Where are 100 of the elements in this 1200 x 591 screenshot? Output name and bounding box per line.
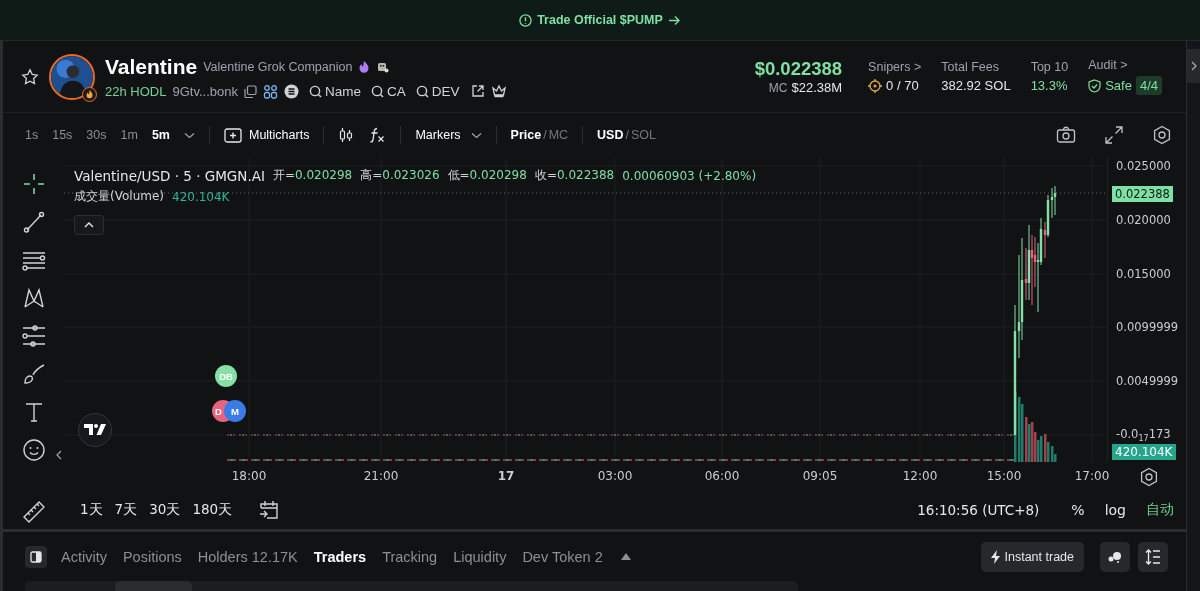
caret-icon — [470, 131, 482, 139]
time-tick: 09:05 — [802, 469, 838, 483]
bubbles-icon — [1108, 550, 1122, 563]
star-icon — [21, 67, 39, 86]
scale-option[interactable]: % — [1071, 502, 1085, 518]
last-price-label: 0.022388 — [1112, 186, 1173, 202]
audit-score: 4/4 — [1135, 76, 1162, 95]
bottom-tab[interactable]: Tracking — [378, 548, 442, 565]
ohlc-value: 收=0.022388 — [534, 167, 615, 184]
toggle-option[interactable]: USD — [597, 128, 624, 142]
trend-line-icon — [21, 210, 46, 234]
collapse-legend-button[interactable] — [74, 215, 104, 235]
panel-toggle-button[interactable] — [25, 545, 47, 568]
toggle-option[interactable]: MC — [548, 128, 569, 142]
crown-button[interactable] — [491, 84, 508, 98]
stat-label: Snipers > — [868, 60, 922, 74]
stat-value: 0 / 70 — [886, 78, 919, 93]
price-tick: 0.025000 — [1116, 159, 1171, 173]
interval-dropdown[interactable] — [183, 131, 195, 139]
bubbles-button[interactable] — [1100, 541, 1130, 572]
bottom-tab[interactable]: Liquidity — [449, 548, 511, 565]
bottom-tab[interactable]: Activity — [57, 548, 111, 565]
range-button[interactable]: 180天 — [192, 501, 233, 519]
share-button[interactable] — [471, 84, 486, 98]
external-link-icon — [471, 84, 486, 98]
markers-dropdown[interactable]: Markers — [415, 128, 482, 142]
favorite-button[interactable] — [21, 67, 39, 86]
search-link[interactable]: Name — [308, 83, 361, 99]
expand-panel-button[interactable] — [1187, 49, 1200, 83]
scale-option[interactable]: log — [1104, 502, 1126, 518]
interval-tab[interactable]: 1s — [25, 128, 39, 142]
indicators-button[interactable] — [368, 126, 387, 144]
settings-button[interactable] — [1152, 125, 1172, 145]
scale-option[interactable]: 自动 — [1146, 501, 1174, 519]
range-button[interactable]: 30天 — [149, 501, 181, 519]
people-icon — [262, 83, 278, 99]
price-tick: 0.0049999 — [1116, 374, 1179, 388]
date-range-button[interactable] — [258, 499, 281, 521]
price-change: 0.00060903 (+2.80%) — [622, 168, 757, 183]
holding-age: 22h HODL — [105, 83, 167, 99]
drawing-tool[interactable] — [20, 323, 47, 349]
search-link[interactable]: CA — [370, 83, 406, 99]
interval-tab[interactable]: 30s — [86, 128, 107, 142]
camera-icon — [1056, 125, 1076, 145]
multicharts-button[interactable]: Multicharts — [223, 127, 310, 143]
instant-trade-button[interactable]: Instant trade — [980, 541, 1084, 572]
last-volume-label: 420.104K — [1112, 444, 1176, 460]
separator: / — [543, 128, 547, 142]
emoji-icon — [21, 438, 46, 462]
search-icon — [415, 84, 429, 98]
chart-type-button[interactable] — [338, 127, 355, 143]
alert-icon — [519, 13, 533, 27]
stat-label: Top 10 — [1030, 60, 1069, 74]
range-button[interactable]: 1天 — [80, 501, 103, 519]
interval-tab[interactable]: 1m — [120, 128, 138, 142]
candles-icon — [338, 127, 355, 143]
screenshot-button[interactable] — [1056, 125, 1076, 145]
plus-square-icon — [223, 127, 242, 143]
drawing-tool[interactable] — [20, 437, 47, 463]
range-button[interactable]: 7天 — [114, 501, 138, 519]
calendar-icon — [258, 499, 281, 521]
time-tick: 15:00 — [986, 469, 1022, 483]
settings-icon — [1152, 125, 1172, 145]
price-tick: 0.015000 — [1116, 267, 1171, 281]
chart-logo[interactable] — [78, 413, 112, 447]
fullscreen-button[interactable] — [1104, 125, 1124, 145]
volume-label: 成交量(Volume) — [74, 188, 164, 205]
parallel-lines-icon — [21, 324, 46, 348]
copy-button[interactable] — [243, 84, 257, 98]
time-tick: 17 — [497, 469, 515, 483]
caret-icon — [183, 131, 195, 139]
sort-button[interactable] — [1138, 541, 1168, 572]
stat-value: 382.92 SOL — [941, 78, 1011, 93]
promo-link[interactable]: Trade Official $PUMP — [519, 13, 681, 27]
search-icon — [370, 84, 384, 98]
target-icon — [868, 78, 883, 93]
trade-marker[interactable]: M — [224, 400, 246, 422]
ohlc-value: 开=0.020298 — [272, 167, 353, 184]
interval-tab[interactable]: 5m — [151, 128, 170, 142]
function-icon — [368, 126, 387, 144]
bottom-tab[interactable]: Traders — [309, 548, 371, 565]
interval-tab[interactable]: 15s — [52, 128, 73, 142]
bolt-icon — [990, 549, 1001, 564]
stat-label: Total Fees — [941, 60, 1000, 74]
audit-status: Safe — [1105, 78, 1132, 93]
logo-icon — [84, 424, 106, 436]
axis-settings-button[interactable] — [1138, 467, 1159, 487]
bottom-tab[interactable]: Positions — [118, 548, 186, 565]
stat-label: Audit > — [1088, 58, 1129, 72]
ruler-icon — [21, 500, 46, 524]
search-link[interactable]: DEV — [415, 83, 460, 99]
contract-address: 9Gtv...bonk — [172, 83, 238, 99]
bottom-tab[interactable]: Dev Token 2 — [518, 548, 607, 565]
toggle-option[interactable]: Price — [510, 128, 542, 142]
bottom-tab[interactable]: Holders 12.17K — [193, 548, 302, 565]
bot-icon — [376, 60, 390, 73]
expand-icon — [1104, 125, 1124, 145]
crown-icon — [491, 84, 508, 98]
toggle-option[interactable]: SOL — [631, 128, 656, 142]
chart-symbol: Valentine/USD · 5 · GMGN.AI — [74, 167, 265, 184]
